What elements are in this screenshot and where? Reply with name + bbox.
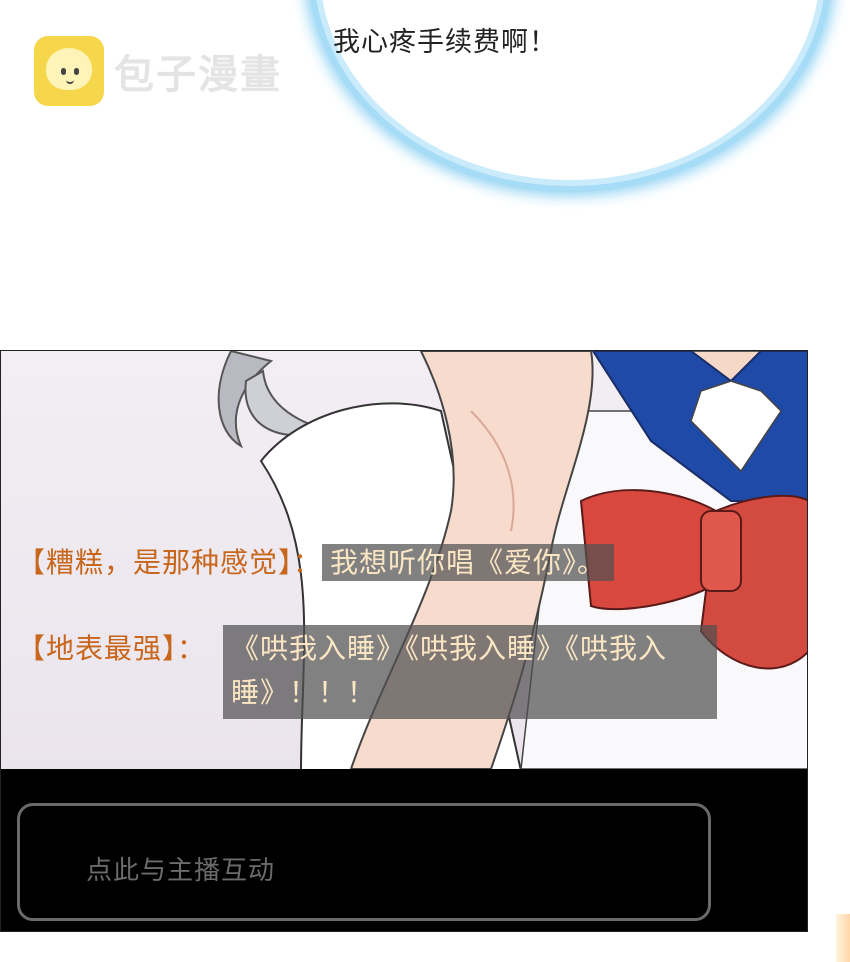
chat-username: 【地表最强】： — [17, 632, 207, 665]
chat-message-text: 我想听你唱《爱你》。 — [322, 544, 615, 581]
chat-message-1: 【糟糕，是那种感觉】： 我想听你唱《爱你》。 — [17, 544, 615, 581]
chat-message-text: 《哄我入睡》《哄我入睡》《哄我入睡》！！！ — [223, 625, 717, 719]
input-placeholder: 点此与主播互动 — [86, 856, 276, 886]
interaction-bar: 点此与主播互动 — [1, 769, 807, 931]
next-panel-edge — [836, 914, 850, 962]
chat-username: 【糟糕，是那种感觉】： — [17, 546, 323, 579]
speech-bubble-text: 我心疼手续费啊！ — [333, 27, 557, 58]
interact-input[interactable]: 点此与主播互动 — [17, 803, 711, 921]
chat-message-2-username: 【地表最强】： — [17, 631, 206, 667]
livestream-panel: 【糟糕，是那种感觉】： 我想听你唱《爱你》。 【地表最强】： 《哄我入睡》《哄我入… — [0, 350, 808, 932]
